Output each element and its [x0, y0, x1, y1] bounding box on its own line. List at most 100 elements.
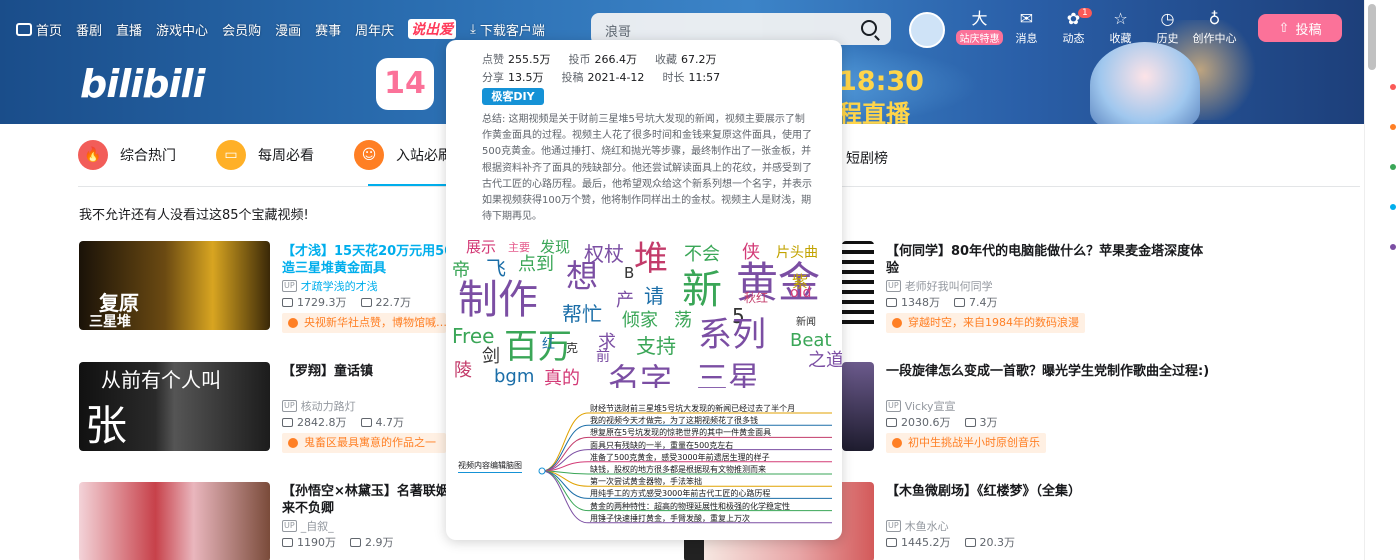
scrollbar-thumb[interactable] — [1368, 4, 1376, 70]
uploader-row[interactable]: UP Vicky宣宣 — [886, 398, 956, 414]
play-count-value: 1729.3万 — [297, 296, 347, 309]
stat-label: 收藏 — [655, 53, 677, 66]
page-subtitle: 我不允许还有人没看过这85个宝藏视频! — [79, 208, 309, 223]
geek-diy-button[interactable]: 极客DIY — [482, 88, 544, 105]
mindmap-leaf: 用纯手工的方式感受3000年前古代工匠的心路历程 — [590, 489, 771, 499]
stat-upload-date: 投稿 2021-4-12 — [562, 69, 645, 85]
video-thumbnail[interactable]: 从前有个人叫 张 三 — [79, 362, 270, 451]
nav-event[interactable]: 说出爱 — [408, 19, 457, 39]
bilibili-logo[interactable]: bilibili — [80, 62, 206, 106]
uploader-row[interactable]: UP 老师好我叫何同学 — [886, 278, 993, 294]
danmaku-icon — [964, 418, 976, 427]
word-cloud-word: 名字 — [608, 361, 673, 388]
danmaku-icon — [954, 298, 965, 307]
play-count-value: 1190万 — [297, 536, 336, 549]
uploader-name: 木鱼水心 — [904, 520, 949, 533]
page-scrollbar[interactable] — [1364, 0, 1400, 560]
stat-label: 投稿 — [561, 71, 584, 84]
header-anniversary-label: 站庆特惠 — [956, 30, 1003, 45]
tab-must-watch-classics[interactable]: ☺ 入站必刷 — [354, 140, 452, 170]
uploader-name: _自叙_ — [300, 520, 334, 533]
upload-button[interactable]: ⇧ 投稿 — [1258, 14, 1342, 42]
up-tag: UP — [886, 400, 901, 412]
video-thumbnail[interactable] — [842, 241, 874, 330]
video-title[interactable]: 一段旋律怎么变成一首歌？曝光学生党制作歌曲全过程:) — [886, 363, 1266, 380]
word-cloud-word: 克 — [566, 341, 579, 355]
video-title[interactable]: 【何同学】80年代的电脑能做什么？苹果麦金塔深度体 验 — [886, 243, 1216, 277]
nav-esports[interactable]: 赛事 — [315, 20, 341, 39]
search-input[interactable]: 浪哥 — [605, 21, 631, 40]
danmaku-icon — [964, 538, 976, 547]
nav-manga[interactable]: 漫画 — [275, 20, 301, 39]
mindmap-leaf: 缺钱，股权的地方很多都是根据现有文物推测而来 — [590, 465, 766, 474]
uploader-row[interactable]: UP _自叙_ — [282, 518, 334, 534]
mindmap-leaf: 面具只有残缺的一半，重量在500克左右 — [590, 440, 734, 450]
stat-shares: 分享 13.5万 — [482, 69, 544, 85]
video-summary-popup[interactable]: 点赞 255.5万 投币 266.4万 收藏 67.2万 分享 13.5万 投稿 2021… — [446, 40, 842, 540]
calendar-icon: ▭ — [216, 140, 246, 170]
video-title-line: 验 — [886, 261, 900, 276]
side-indicator — [1390, 84, 1396, 90]
play-icon — [282, 418, 293, 427]
thumb-caption: 三星堆 — [89, 314, 131, 330]
play-count: 2030.6万 — [886, 414, 951, 430]
danmaku-count: 4.7万 — [360, 414, 405, 430]
avatar[interactable] — [909, 12, 945, 48]
uploader-row[interactable]: UP 核动力路灯 — [282, 398, 356, 414]
nav-home[interactable]: 首页 — [16, 20, 62, 39]
danmaku-count-value: 4.7万 — [375, 416, 405, 429]
anniversary-14-badge[interactable]: 14 — [376, 58, 434, 110]
play-count-value: 2030.6万 — [901, 416, 951, 429]
word-cloud: 展示 主要 发现 权杖堆不会侠片头曲帝飞点到想 B 新黄金 制作请产秋红 old 帮忙 倾家荡 5 F… — [446, 238, 842, 389]
tab-weekly-must-watch[interactable]: ▭ 每周必看 — [216, 140, 314, 170]
nav-home-label: 首页 — [36, 23, 63, 39]
nav-game-center[interactable]: 游戏中心 — [156, 20, 208, 39]
thumb-caption: 张 三 — [85, 401, 164, 450]
nav-anime[interactable]: 番剧 — [76, 20, 102, 39]
uploader-row[interactable]: UP 木鱼水心 — [886, 518, 949, 534]
stat-value: 266.4万 — [594, 53, 638, 66]
up-tag: UP — [886, 520, 901, 532]
word-cloud-word: 紫 — [792, 272, 809, 291]
header-creator-center[interactable]: ♁ 创作中心 — [1191, 10, 1238, 46]
side-indicator — [1390, 164, 1396, 170]
nav-member-shop[interactable]: 会员购 — [222, 20, 261, 39]
word-cloud-word: 飞 — [486, 256, 506, 280]
word-cloud-word: 红 — [542, 337, 556, 352]
play-count-value: 2842.8万 — [297, 416, 347, 429]
uploader-row[interactable]: UP 才疏学浅的才浅 — [282, 278, 378, 294]
video-thumbnail[interactable] — [79, 482, 270, 560]
video-title-line: 【何同学】80年代的电脑能做什么？苹果麦金塔深度体 — [886, 244, 1204, 259]
up-tag: UP — [282, 520, 297, 532]
search-icon[interactable] — [861, 20, 877, 36]
stat-favorites: 收藏 67.2万 — [655, 51, 717, 67]
danmaku-count: 2.9万 — [350, 534, 394, 550]
nav-live[interactable]: 直播 — [116, 20, 142, 39]
tab-label: 每周必看 — [258, 148, 314, 164]
play-count-value: 1445.2万 — [901, 536, 951, 549]
word-cloud-word: 发现 — [540, 238, 571, 256]
header-dynamics[interactable]: ✿ 1 动态 — [1050, 8, 1097, 46]
header-messages[interactable]: ✉ 消息 — [1003, 10, 1050, 46]
header-anniversary-deal[interactable]: 大 站庆特惠 — [956, 10, 1003, 46]
tab-short-drama-ranking[interactable]: 短剧榜 — [846, 148, 888, 168]
word-cloud-word: 百万 — [504, 327, 572, 367]
upload-label: 投稿 — [1295, 22, 1322, 38]
video-thumbnail[interactable]: 复原 三星堆 — [79, 241, 270, 330]
video-title[interactable]: 【木鱼微剧场】《红楼梦》（全集） — [886, 483, 1216, 500]
video-thumbnail[interactable] — [842, 362, 874, 451]
header-favorites[interactable]: ☆ 收藏 — [1097, 10, 1144, 46]
danmaku-icon — [360, 298, 372, 307]
danmaku-count-value: 7.4万 — [969, 296, 998, 309]
tv-icon — [16, 22, 32, 36]
mindmap-leaf: 想复原在5号坑发现的惊艳世界的其中一件黄金面具 — [590, 428, 772, 438]
header-messages-label: 消息 — [1015, 32, 1038, 45]
nav-left-group: 首页 番剧 直播 游戏中心 会员购 漫画 赛事 周年庆 说出爱 ⤓ 下载客户端 — [16, 19, 559, 39]
star-icon: ☆ — [1113, 9, 1128, 28]
mindmap-leaf: 用锤子快速捶打黄金，手臂发酸，重复上万次 — [590, 513, 750, 523]
nav-download-client[interactable]: ⤓ 下载客户端 — [470, 20, 545, 39]
nav-anniversary[interactable]: 周年庆 — [355, 20, 394, 39]
tab-comprehensive-hot[interactable]: 🔥 综合热门 — [78, 140, 176, 170]
uploader-name: 才疏学浅的才浅 — [300, 280, 378, 293]
header-history[interactable]: ◷ 历史 — [1144, 10, 1191, 46]
